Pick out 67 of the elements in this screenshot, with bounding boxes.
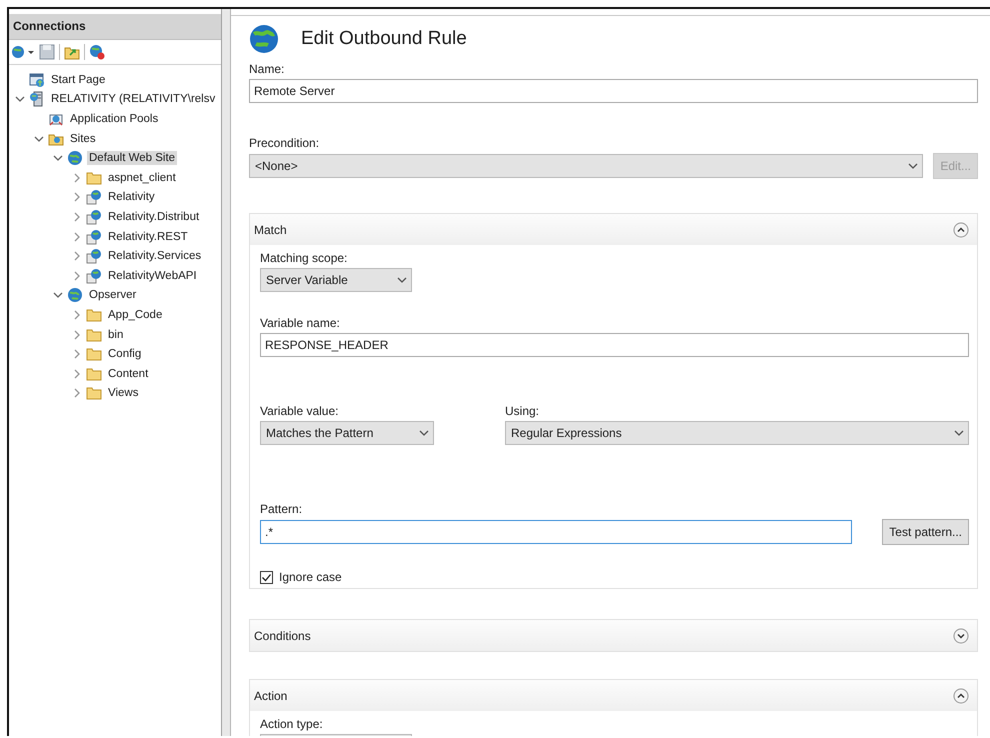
field-label: Matching scope: [260, 251, 348, 265]
checkbox[interactable] [260, 570, 273, 584]
chevron-down-icon [908, 162, 918, 170]
globe-icon [249, 24, 279, 54]
chevron-down-icon [397, 276, 407, 284]
field-label: Variable value: [260, 404, 340, 418]
tree-item[interactable]: Application Pools [68, 112, 160, 126]
tree-item[interactable]: App_Code [106, 308, 164, 322]
tree-item[interactable]: Views [106, 386, 140, 400]
app-globe-icon [86, 208, 102, 225]
connect-icon[interactable] [11, 44, 35, 60]
window-icon [29, 72, 45, 88]
dropdown[interactable]: Regular Expressions [505, 421, 969, 445]
server-icon [29, 91, 45, 108]
folder-icon [86, 366, 102, 382]
field-label: Name: [249, 62, 286, 76]
dropdown[interactable]: Server Variable [260, 268, 412, 292]
tree-item[interactable]: aspnet_client [106, 170, 178, 185]
folder-icon [86, 170, 102, 186]
input-field[interactable]: .* [260, 520, 852, 544]
tree-item[interactable]: RELATIVITY (RELATIVITY\relsv [49, 92, 218, 106]
app-globe-icon [86, 268, 102, 284]
tree-item[interactable]: RelativityWebAPI [106, 268, 199, 283]
chevron-down-icon [954, 429, 964, 437]
field-label: Variable name: [260, 316, 341, 330]
folder-icon [86, 306, 102, 323]
section-header[interactable]: Action [250, 680, 977, 711]
tree-item[interactable]: Content [106, 366, 150, 381]
field-label: Using: [505, 404, 540, 418]
dropdown[interactable]: <None> [249, 154, 924, 178]
section-header[interactable]: Conditions [250, 620, 977, 651]
tree-item[interactable]: Relativity.Services [106, 249, 204, 264]
folder-icon [86, 326, 102, 343]
globe-icon [67, 287, 83, 304]
tree-item[interactable]: bin [106, 328, 126, 342]
tree-item[interactable]: Default Web Site [87, 151, 178, 166]
folder-icon [86, 385, 102, 402]
app-globe-icon [86, 248, 102, 264]
save-icon[interactable] [39, 44, 55, 60]
panel-title: Connections [9, 14, 221, 40]
tree-item[interactable]: Opserver [87, 288, 138, 302]
field-label: Action type: [260, 717, 324, 731]
expand-icon[interactable] [953, 628, 969, 644]
checkbox-label: Ignore case [279, 570, 342, 584]
collapse-icon[interactable] [953, 688, 969, 704]
disconnect-icon[interactable] [89, 44, 105, 60]
tree-item[interactable]: Relativity [106, 190, 157, 204]
app-globe-icon [86, 228, 102, 245]
tree-item[interactable]: Relativity.Distribut [106, 210, 202, 224]
chevron-down-icon [419, 429, 429, 437]
tree-item[interactable]: Relativity.REST [106, 230, 190, 244]
collapse-icon[interactable] [953, 222, 969, 238]
field-label: Pattern: [260, 502, 304, 516]
tree-item[interactable]: Config [106, 347, 144, 362]
tree-item[interactable]: Start Page [49, 72, 108, 87]
test-pattern-button[interactable]: Test pattern... [882, 519, 969, 545]
panel-splitter[interactable] [222, 9, 231, 736]
tree-item[interactable]: Sites [68, 132, 98, 146]
field-label: Precondition: [249, 136, 320, 150]
globe-icon [67, 150, 83, 166]
input-field[interactable]: RESPONSE_HEADER [260, 333, 969, 357]
dropdown[interactable]: Matches the Pattern [260, 421, 434, 445]
app-globe-icon [86, 189, 102, 206]
page-title: Edit Outbound Rule [301, 28, 467, 50]
input-field[interactable]: Remote Server [249, 79, 978, 103]
folder-icon [86, 346, 102, 362]
section-header[interactable]: Match [250, 214, 977, 245]
